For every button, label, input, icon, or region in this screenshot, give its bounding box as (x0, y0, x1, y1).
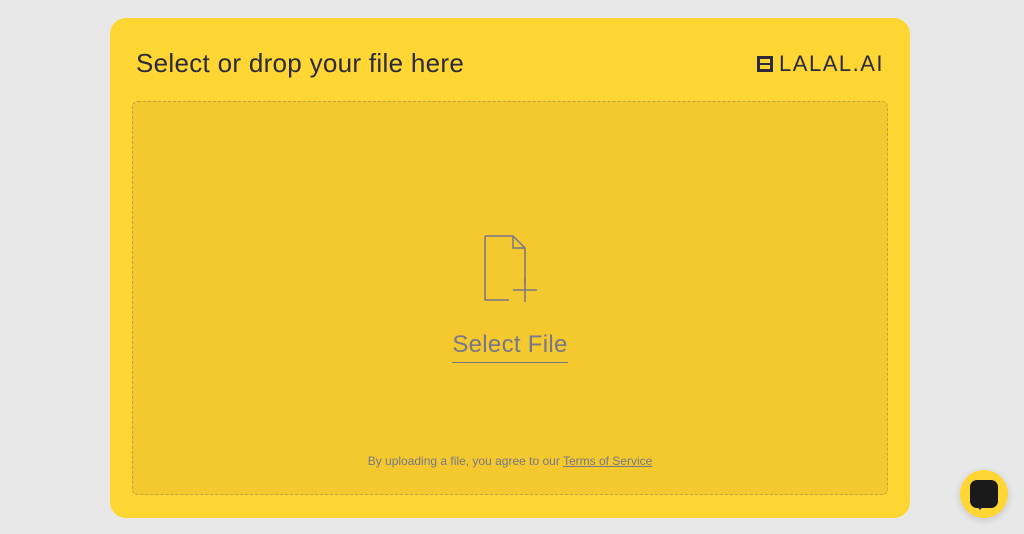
select-file-button[interactable]: Select File (452, 331, 567, 363)
page-title: Select or drop your file here (136, 48, 464, 79)
file-add-icon (479, 234, 541, 309)
terms-text: By uploading a file, you agree to our Te… (133, 454, 887, 468)
upload-card: Select or drop your file here LALAL.AI S… (110, 18, 910, 518)
terms-of-service-link[interactable]: Terms of Service (563, 454, 652, 468)
brand-logo-icon (757, 56, 773, 72)
brand-logo[interactable]: LALAL.AI (757, 51, 884, 77)
file-dropzone[interactable]: Select File By uploading a file, you agr… (132, 101, 888, 495)
chat-icon (970, 480, 998, 508)
chat-widget-button[interactable] (960, 470, 1008, 518)
terms-prefix: By uploading a file, you agree to our (368, 454, 563, 468)
header: Select or drop your file here LALAL.AI (110, 18, 910, 97)
brand-logo-text: LALAL.AI (779, 51, 884, 77)
